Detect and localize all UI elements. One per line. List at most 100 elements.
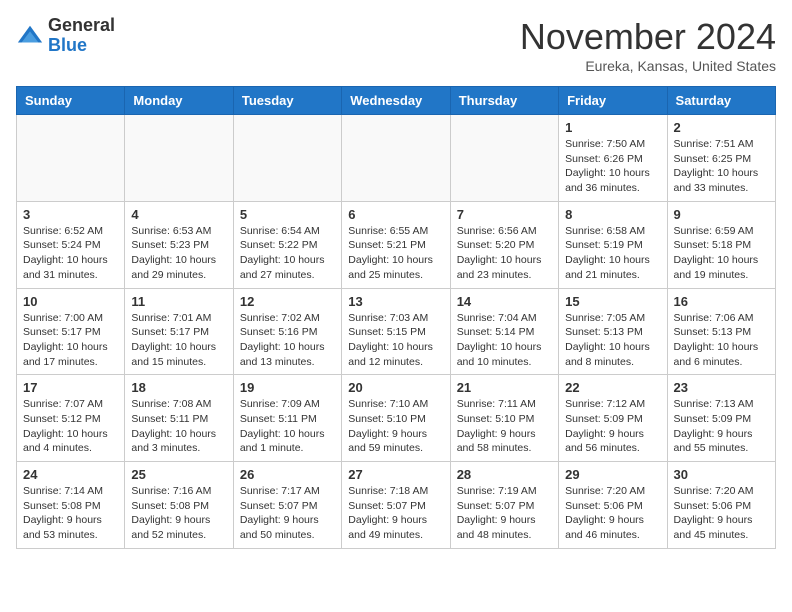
weekday-header-saturday: Saturday — [667, 87, 775, 115]
calendar-cell: 1 Sunrise: 7:50 AM Sunset: 6:26 PM Daylig… — [559, 115, 667, 202]
day-info: Sunrise: 7:07 AM Sunset: 5:12 PM Dayligh… — [23, 397, 118, 456]
day-number: 25 — [131, 467, 226, 482]
day-info: Sunrise: 7:51 AM Sunset: 6:25 PM Dayligh… — [674, 137, 769, 196]
day-info: Sunrise: 7:01 AM Sunset: 5:17 PM Dayligh… — [131, 311, 226, 370]
day-info: Sunrise: 7:00 AM Sunset: 5:17 PM Dayligh… — [23, 311, 118, 370]
day-number: 7 — [457, 207, 552, 222]
day-number: 15 — [565, 294, 660, 309]
day-number: 1 — [565, 120, 660, 135]
calendar-cell: 22 Sunrise: 7:12 AM Sunset: 5:09 PM Dayli… — [559, 375, 667, 462]
calendar-cell: 16 Sunrise: 7:06 AM Sunset: 5:13 PM Dayli… — [667, 288, 775, 375]
day-number: 3 — [23, 207, 118, 222]
day-number: 23 — [674, 380, 769, 395]
day-info: Sunrise: 7:13 AM Sunset: 5:09 PM Dayligh… — [674, 397, 769, 456]
calendar-cell: 9 Sunrise: 6:59 AM Sunset: 5:18 PM Daylig… — [667, 201, 775, 288]
day-info: Sunrise: 7:02 AM Sunset: 5:16 PM Dayligh… — [240, 311, 335, 370]
calendar-cell — [17, 115, 125, 202]
weekday-header-thursday: Thursday — [450, 87, 558, 115]
calendar-cell — [342, 115, 450, 202]
day-number: 28 — [457, 467, 552, 482]
day-number: 18 — [131, 380, 226, 395]
calendar-cell: 5Sunrise: 6:54 AM Sunset: 5:22 PM Daylig… — [233, 201, 341, 288]
location-label: Eureka, Kansas, United States — [520, 58, 776, 74]
calendar-cell: 27 Sunrise: 7:18 AM Sunset: 5:07 PM Dayli… — [342, 462, 450, 549]
calendar-cell: 19 Sunrise: 7:09 AM Sunset: 5:11 PM Dayli… — [233, 375, 341, 462]
week-row-3: 10 Sunrise: 7:00 AM Sunset: 5:17 PM Dayli… — [17, 288, 776, 375]
calendar-cell: 8 Sunrise: 6:58 AM Sunset: 5:19 PM Daylig… — [559, 201, 667, 288]
month-title: November 2024 — [520, 16, 776, 58]
day-number: 17 — [23, 380, 118, 395]
calendar-cell: 17 Sunrise: 7:07 AM Sunset: 5:12 PM Dayli… — [17, 375, 125, 462]
calendar-cell: 4 Sunrise: 6:53 AM Sunset: 5:23 PM Daylig… — [125, 201, 233, 288]
day-info: Sunrise: 7:16 AM Sunset: 5:08 PM Dayligh… — [131, 484, 226, 543]
calendar-cell: 24 Sunrise: 7:14 AM Sunset: 5:08 PM Dayli… — [17, 462, 125, 549]
calendar-cell: 20 Sunrise: 7:10 AM Sunset: 5:10 PM Dayli… — [342, 375, 450, 462]
calendar-cell: 18Sunrise: 7:08 AM Sunset: 5:11 PM Dayli… — [125, 375, 233, 462]
week-row-2: 3Sunrise: 6:52 AM Sunset: 5:24 PM Daylig… — [17, 201, 776, 288]
calendar-table: SundayMondayTuesdayWednesdayThursdayFrid… — [16, 86, 776, 549]
calendar-cell: 30 Sunrise: 7:20 AM Sunset: 5:06 PM Dayli… — [667, 462, 775, 549]
day-info: Sunrise: 7:05 AM Sunset: 5:13 PM Dayligh… — [565, 311, 660, 370]
weekday-header-tuesday: Tuesday — [233, 87, 341, 115]
day-info: Sunrise: 7:03 AM Sunset: 5:15 PM Dayligh… — [348, 311, 443, 370]
day-info: Sunrise: 7:10 AM Sunset: 5:10 PM Dayligh… — [348, 397, 443, 456]
day-number: 16 — [674, 294, 769, 309]
day-info: Sunrise: 7:18 AM Sunset: 5:07 PM Dayligh… — [348, 484, 443, 543]
day-info: Sunrise: 7:09 AM Sunset: 5:11 PM Dayligh… — [240, 397, 335, 456]
day-info: Sunrise: 6:55 AM Sunset: 5:21 PM Dayligh… — [348, 224, 443, 283]
calendar-cell: 15 Sunrise: 7:05 AM Sunset: 5:13 PM Dayli… — [559, 288, 667, 375]
weekday-header-wednesday: Wednesday — [342, 87, 450, 115]
calendar-cell: 29 Sunrise: 7:20 AM Sunset: 5:06 PM Dayli… — [559, 462, 667, 549]
day-number: 29 — [565, 467, 660, 482]
page-header: General Blue November 2024 Eureka, Kansa… — [16, 16, 776, 74]
calendar-cell: 10 Sunrise: 7:00 AM Sunset: 5:17 PM Dayli… — [17, 288, 125, 375]
calendar-cell: 3Sunrise: 6:52 AM Sunset: 5:24 PM Daylig… — [17, 201, 125, 288]
day-info: Sunrise: 7:12 AM Sunset: 5:09 PM Dayligh… — [565, 397, 660, 456]
day-number: 10 — [23, 294, 118, 309]
day-info: Sunrise: 7:19 AM Sunset: 5:07 PM Dayligh… — [457, 484, 552, 543]
weekday-header-friday: Friday — [559, 87, 667, 115]
calendar-cell — [450, 115, 558, 202]
day-number: 21 — [457, 380, 552, 395]
title-area: November 2024 Eureka, Kansas, United Sta… — [520, 16, 776, 74]
calendar-cell: 6Sunrise: 6:55 AM Sunset: 5:21 PM Daylig… — [342, 201, 450, 288]
logo-general-text: General — [48, 15, 115, 35]
logo-blue-text: Blue — [48, 35, 87, 55]
weekday-header-row: SundayMondayTuesdayWednesdayThursdayFrid… — [17, 87, 776, 115]
day-info: Sunrise: 6:54 AM Sunset: 5:22 PM Dayligh… — [240, 224, 335, 283]
calendar-cell: 23 Sunrise: 7:13 AM Sunset: 5:09 PM Dayli… — [667, 375, 775, 462]
day-info: Sunrise: 7:20 AM Sunset: 5:06 PM Dayligh… — [565, 484, 660, 543]
day-info: Sunrise: 6:53 AM Sunset: 5:23 PM Dayligh… — [131, 224, 226, 283]
day-number: 30 — [674, 467, 769, 482]
day-number: 4 — [131, 207, 226, 222]
week-row-5: 24 Sunrise: 7:14 AM Sunset: 5:08 PM Dayli… — [17, 462, 776, 549]
weekday-header-monday: Monday — [125, 87, 233, 115]
day-number: 20 — [348, 380, 443, 395]
day-number: 26 — [240, 467, 335, 482]
calendar-cell: 21Sunrise: 7:11 AM Sunset: 5:10 PM Dayli… — [450, 375, 558, 462]
calendar-cell: 11Sunrise: 7:01 AM Sunset: 5:17 PM Dayli… — [125, 288, 233, 375]
day-info: Sunrise: 7:06 AM Sunset: 5:13 PM Dayligh… — [674, 311, 769, 370]
weekday-header-sunday: Sunday — [17, 87, 125, 115]
calendar-cell: 14Sunrise: 7:04 AM Sunset: 5:14 PM Dayli… — [450, 288, 558, 375]
day-number: 22 — [565, 380, 660, 395]
logo: General Blue — [16, 16, 115, 56]
day-number: 9 — [674, 207, 769, 222]
day-info: Sunrise: 7:50 AM Sunset: 6:26 PM Dayligh… — [565, 137, 660, 196]
calendar-cell: 7 Sunrise: 6:56 AM Sunset: 5:20 PM Daylig… — [450, 201, 558, 288]
day-number: 24 — [23, 467, 118, 482]
day-info: Sunrise: 7:14 AM Sunset: 5:08 PM Dayligh… — [23, 484, 118, 543]
calendar-cell: 25 Sunrise: 7:16 AM Sunset: 5:08 PM Dayli… — [125, 462, 233, 549]
day-number: 8 — [565, 207, 660, 222]
day-info: Sunrise: 7:17 AM Sunset: 5:07 PM Dayligh… — [240, 484, 335, 543]
day-info: Sunrise: 6:58 AM Sunset: 5:19 PM Dayligh… — [565, 224, 660, 283]
day-info: Sunrise: 6:59 AM Sunset: 5:18 PM Dayligh… — [674, 224, 769, 283]
calendar-cell: 2Sunrise: 7:51 AM Sunset: 6:25 PM Daylig… — [667, 115, 775, 202]
calendar-cell — [125, 115, 233, 202]
day-info: Sunrise: 7:20 AM Sunset: 5:06 PM Dayligh… — [674, 484, 769, 543]
day-number: 19 — [240, 380, 335, 395]
calendar-cell — [233, 115, 341, 202]
day-info: Sunrise: 6:56 AM Sunset: 5:20 PM Dayligh… — [457, 224, 552, 283]
day-number: 13 — [348, 294, 443, 309]
day-number: 27 — [348, 467, 443, 482]
